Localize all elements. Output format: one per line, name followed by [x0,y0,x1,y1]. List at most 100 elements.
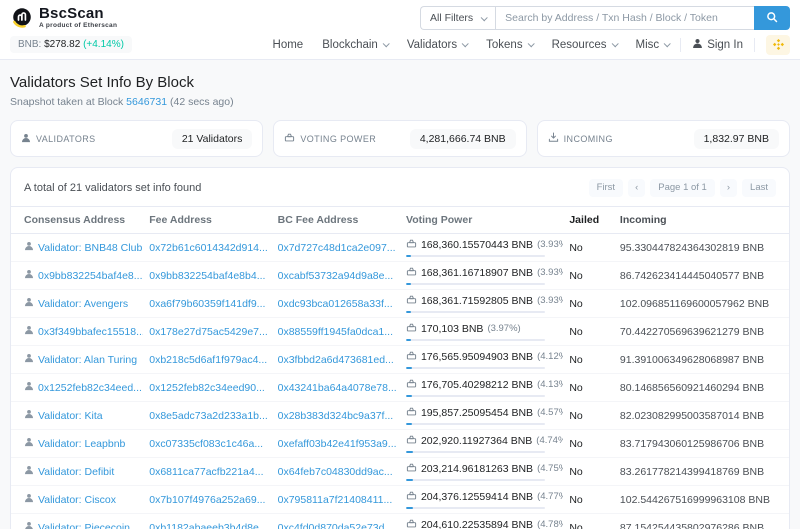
fee-address-link[interactable]: 0xb1182abaeeb3b4d8e... [149,522,267,529]
validators-table-panel: A total of 21 validators set info found … [10,167,790,529]
bc-fee-address-link[interactable]: 0x64feb7c04830dd9ac... [278,466,393,478]
bc-fee-address-link[interactable]: 0x43241ba64a4078e78... [278,382,397,394]
consensus-address-label: 0x9bb832254baf4e8... [38,269,143,282]
incoming-value: 87.154254435802976286 BNB [613,513,789,529]
bc-fee-address-link[interactable]: 0x28b383d324bc9a37f... [278,410,394,422]
incoming-card-label: INCOMING [563,133,613,144]
table-row: Validator: Kita 0x8e5adc73a2d233a1b... 0… [11,401,789,430]
voting-power-bar [405,450,546,453]
consensus-address-link[interactable]: 0x3f349bbafec15518... [24,325,143,338]
voting-power-value: 168,361.71592805 BNB [420,294,534,307]
incoming-value: 83.717943060125986706 BNB [613,429,789,458]
voting-power-bar [405,422,546,425]
nav-item-label: Blockchain [322,38,378,51]
bc-fee-address-link[interactable]: 0xefaff03b42e41f953a9... [278,438,397,450]
bc-fee-address-link[interactable]: 0x3fbbd2a6d473681ed... [278,354,394,366]
fee-address-link[interactable]: 0xa6f79b60359f141df9... [149,298,265,310]
sign-in-button[interactable]: Sign In [692,38,743,52]
search-input[interactable] [495,6,754,30]
pagination-next[interactable]: › [719,179,738,197]
pagination-prev[interactable]: ‹ [628,179,646,197]
consensus-address-link[interactable]: Validator: Leapbnb [24,437,125,450]
voting-power-value: 204,376.12559414 BNB [420,490,534,503]
fee-address-link[interactable]: 0x7b107f4976a252a69... [149,494,265,506]
fee-address-link[interactable]: 0xb218c5d6af1f979ac4... [149,354,267,366]
jailed-value: No [563,457,614,486]
consensus-address-label: 0x1252feb82c34eed... [38,381,142,394]
consensus-address-link[interactable]: Validator: Piececoin [24,521,130,529]
pagination-last[interactable]: Last [742,179,776,197]
nav-divider [754,37,755,52]
chevron-down-icon [527,40,535,48]
fee-address-link[interactable]: 0x1252feb82c34eed90... [149,382,265,394]
table-row: Validator: Defibit 0x6811ca77acfb221a4..… [11,457,789,486]
bc-fee-address-link[interactable]: 0x7d727c48d1ca2e097... [278,242,396,254]
voting-power-value: 176,565.95094903 BNB [420,350,534,363]
bnb-price-value: $278.82 [44,39,81,50]
bc-fee-address-link[interactable]: 0xcabf53732a94d9a8e... [278,270,394,282]
user-icon [24,353,34,366]
consensus-address-link[interactable]: Validator: BNB48 Club [24,241,142,254]
bc-fee-address-link[interactable]: 0xc4fd0d870da52e73d... [278,522,394,529]
voting-power-card-label: VOTING POWER [300,133,377,144]
pagination-current: Page 1 of 1 [650,179,715,197]
voting-power-bar [405,310,546,313]
incoming-icon [548,132,559,145]
consensus-address-link[interactable]: Validator: Alan Turing [24,353,137,366]
all-filters-dropdown[interactable]: All Filters [420,6,496,30]
bc-fee-address-link[interactable]: 0x88559ff1945fa0dca1... [278,326,393,338]
nav-item-label: Tokens [486,38,523,51]
ballot-icon [284,132,295,145]
snapshot-suffix: (42 secs ago) [169,96,234,108]
consensus-address-link[interactable]: Validator: Defibit [24,465,114,478]
voting-power-bar [405,506,546,509]
user-icon [24,465,34,478]
consensus-address-label: Validator: Alan Turing [38,353,138,366]
page-title: Validators Set Info By Block [10,74,194,91]
voting-power-bar [405,394,546,397]
nav-item[interactable]: Home [273,39,304,51]
nav-item[interactable]: Validators [407,39,469,51]
jailed-value: No [563,233,614,262]
incoming-value: 80.146856560921460294 BNB [613,373,789,402]
bc-fee-address-link[interactable]: 0x795811a7f21408411... [278,494,393,506]
col-incoming: Incoming [613,205,789,234]
voting-power-percent: (3.93%) [537,239,563,250]
consensus-address-link[interactable]: Validator: Kita [24,409,103,422]
chevron-down-icon [611,40,619,48]
col-bc-fee-address: BC Fee Address [271,205,400,234]
incoming-value: 82.023082995003587014 BNB [613,401,789,430]
bc-fee-address-link[interactable]: 0xdc93bca012658a33f... [278,298,393,310]
fee-address-link[interactable]: 0xc07335cf083c1c46a... [149,438,263,450]
nav-item[interactable]: Blockchain [322,38,390,51]
fee-address-link[interactable]: 0x8e5adc73a2d233a1b... [149,410,268,422]
binance-network-icon[interactable] [766,34,790,55]
fee-address-link[interactable]: 0x6811ca77acfb221a4... [149,466,263,478]
brand-logo[interactable]: BscScan A product of Etherscan [10,6,117,30]
col-consensus-address: Consensus Address [11,205,144,234]
nav-item[interactable]: Resources [552,39,619,51]
nav-item[interactable]: Tokens [486,38,535,51]
fee-address-link[interactable]: 0x72b61c6014342d914... [149,242,268,254]
fee-address-link[interactable]: 0x9bb832254baf4e8b4... [149,270,265,282]
fee-address-link[interactable]: 0x178e27d75ac5429e7... [149,326,268,338]
ballot-icon [406,462,417,476]
incoming-value: 102.096851169600057962 BNB [613,289,789,318]
col-jailed: Jailed [563,205,614,234]
incoming-value: 102.544267516999963108 BNB [613,485,789,514]
block-link[interactable]: 5646731 [126,96,167,108]
voting-power-value: 170,103 BNB [420,322,484,335]
consensus-address-link[interactable]: 0x9bb832254baf4e8... [24,269,143,282]
jailed-value: No [563,485,614,514]
nav-item[interactable]: Misc [636,39,671,51]
incoming-value: 91.391006349628068987 BNB [613,345,789,374]
consensus-address-link[interactable]: 0x1252feb82c34eed... [24,381,142,394]
pagination-first[interactable]: First [588,179,624,197]
search-button[interactable] [754,6,790,30]
user-icon [24,297,34,310]
table-row: Validator: Avengers 0xa6f79b60359f141df9… [11,289,789,318]
incoming-value: 83.261778214399418769 BNB [613,457,789,486]
consensus-address-link[interactable]: Validator: Ciscox [24,493,116,506]
consensus-address-link[interactable]: Validator: Avengers [24,297,128,310]
jailed-value: No [563,317,614,346]
